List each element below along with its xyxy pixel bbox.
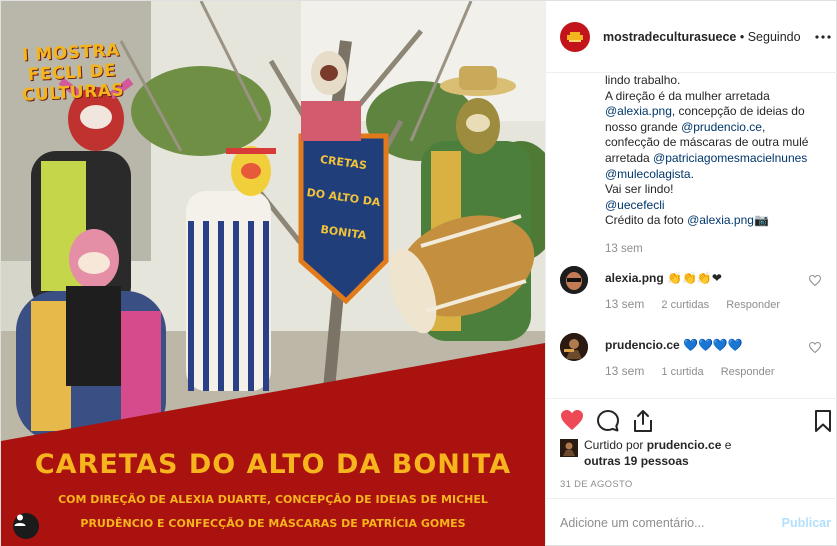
reply-button[interactable]: Responder <box>726 299 780 311</box>
caption-text: 📷 <box>753 213 769 228</box>
caption-line: Crédito da foto @alexia.png📷 <box>605 213 823 229</box>
comment-meta: 13 sem 2 curtidas Responder <box>605 297 780 311</box>
heart-outline-icon <box>808 274 822 287</box>
post-date[interactable]: 31 DE AGOSTO <box>560 479 633 490</box>
post-actions: Curtido por prudencio.ce e outras 19 pes… <box>546 398 837 498</box>
ellipsis-icon[interactable] <box>815 31 831 39</box>
caption-time: 13 sem <box>605 242 643 255</box>
bookmark-icon[interactable] <box>814 409 832 436</box>
poster-event-title: I MOSTRA FECLI DE CULTURAS <box>16 40 129 106</box>
comment-text: 👏👏👏❤ <box>667 271 722 285</box>
post-side-panel: mostradeculturasuece • Seguindo lindo tr… <box>545 1 837 546</box>
caption-text: , concepção de ideias do <box>671 104 805 119</box>
comment-icon[interactable] <box>596 409 620 436</box>
comment-time[interactable]: 13 sem <box>605 364 644 378</box>
publish-button[interactable]: Publicar <box>782 516 831 530</box>
heart-icon[interactable] <box>560 409 584 434</box>
account-avatar[interactable] <box>560 21 590 52</box>
mention-link[interactable]: @mulecolagista <box>605 167 691 181</box>
heart-filled-icon <box>561 410 583 430</box>
mention-link[interactable]: @alexia.png <box>605 104 672 118</box>
comment-username[interactable]: alexia.png <box>605 271 664 285</box>
liked-by-user[interactable]: prudencio.ce <box>647 438 722 452</box>
commenter-avatar[interactable] <box>560 266 588 294</box>
mention-link[interactable]: @uecefecli <box>605 198 665 212</box>
caption-text: confecção de máscaras de outra mulé <box>605 135 809 150</box>
caption-text: Crédito da foto <box>605 213 688 228</box>
poster-credit-line-2: PRUDÊNCIO E CONFECÇÃO DE MÁSCARAS DE PAT… <box>80 517 466 530</box>
post-header: mostradeculturasuece • Seguindo <box>546 1 837 73</box>
poster-credit-line-1: COM DIREÇÃO DE ALEXIA DUARTE, CONCEPÇÃO … <box>58 493 488 506</box>
commenter-avatar[interactable] <box>560 333 588 361</box>
caption-line: arretada @patriciagomesmacielnunes <box>605 151 823 167</box>
logo-icon <box>567 31 583 42</box>
user-icon <box>14 514 26 526</box>
comment-text: 💙💙💙💙 <box>683 338 743 352</box>
post-caption: lindo trabalho. A direção é da mulher arr… <box>605 73 823 229</box>
liked-by-others[interactable]: outras 19 pessoas <box>584 454 689 468</box>
tagged-users-icon[interactable] <box>13 513 39 539</box>
caption-text: . <box>690 166 694 181</box>
avatar-image <box>560 439 578 457</box>
more-options-dots <box>815 35 831 39</box>
caption-line: Vai ser lindo! <box>605 182 823 198</box>
poster-main-title: CARETAS DO ALTO DA BONITA <box>34 449 512 480</box>
liked-by-suffix: e <box>721 438 732 452</box>
caption-line: confecção de máscaras de outra mulé <box>605 135 823 151</box>
comment-time[interactable]: 13 sem <box>605 297 644 311</box>
avatar-image <box>560 266 588 294</box>
liker-avatar[interactable] <box>560 439 578 457</box>
instagram-post-modal: CRETAS DO ALTO DA BONITA I MOSTRA FECLI … <box>0 0 837 546</box>
action-icons-row <box>560 409 832 436</box>
caption-text: arretada <box>605 150 654 165</box>
mention-link[interactable]: @prudencio.ce <box>681 120 762 134</box>
comment-text-line: alexia.png 👏👏👏❤ <box>605 271 722 285</box>
add-comment-bar: Publicar <box>546 498 837 546</box>
comment-meta: 13 sem 1 curtida Responder <box>605 364 775 378</box>
header-account-info: mostradeculturasuece • Seguindo <box>603 30 801 44</box>
comment-likes[interactable]: 2 curtidas <box>661 299 709 311</box>
avatar-image <box>560 333 588 361</box>
caption-line: nosso grande @prudencio.ce, <box>605 120 823 136</box>
mention-link[interactable]: @patriciagomesmacielnunes <box>653 151 807 165</box>
mention-link[interactable]: @alexia.png <box>687 213 754 227</box>
caption-text: Vai ser lindo! <box>605 182 674 197</box>
share-icon[interactable] <box>632 409 654 436</box>
caption-text: lindo trabalho. <box>605 73 681 87</box>
comment-text-line: prudencio.ce 💙💙💙💙 <box>605 338 743 352</box>
caption-line: A direção é da mulher arretada <box>605 89 823 105</box>
upload-arrow-icon <box>634 410 652 432</box>
liked-by-prefix: Curtido por <box>584 438 647 452</box>
follow-status-button[interactable]: Seguindo <box>748 30 801 44</box>
caption-line: lindo trabalho. <box>605 73 823 89</box>
caption-line: @mulecolagista. <box>605 167 823 183</box>
post-image[interactable]: CRETAS DO ALTO DA BONITA I MOSTRA FECLI … <box>1 1 545 546</box>
reply-button[interactable]: Responder <box>721 366 775 378</box>
heart-outline-icon <box>808 341 822 354</box>
caption-text: nosso grande <box>605 119 682 134</box>
comment-username[interactable]: prudencio.ce <box>605 338 680 352</box>
caption-line: @uecefecli <box>605 198 823 214</box>
speech-bubble-icon <box>597 410 619 432</box>
header-username[interactable]: mostradeculturasuece <box>603 30 736 44</box>
save-bookmark-icon <box>815 410 831 432</box>
liked-by-text: Curtido por prudencio.ce e outras 19 pes… <box>584 437 731 469</box>
comment-likes[interactable]: 1 curtida <box>661 366 703 378</box>
caption-text: , <box>761 119 766 134</box>
caption-text: A direção é da mulher arretada <box>605 88 770 103</box>
comment-like-heart-icon[interactable] <box>808 341 822 356</box>
liked-by: Curtido por prudencio.ce e outras 19 pes… <box>560 437 731 469</box>
comment-like-heart-icon[interactable] <box>808 274 822 289</box>
caption-line: @alexia.png, concepção de ideias do <box>605 104 823 120</box>
header-separator: • <box>736 29 748 44</box>
comment-input[interactable] <box>560 513 770 533</box>
